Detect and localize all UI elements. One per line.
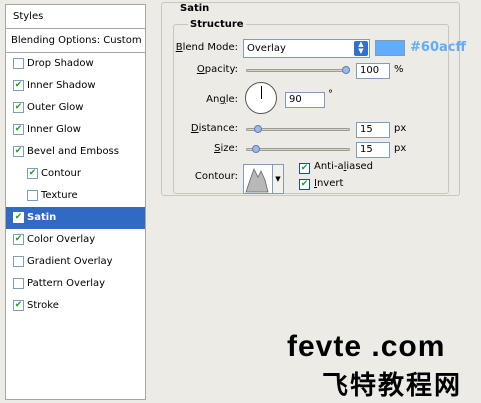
- style-item-label: Gradient Overlay: [27, 256, 113, 267]
- style-checkbox[interactable]: [13, 256, 24, 267]
- angle-dial-hand: [261, 86, 262, 99]
- anti-aliased-label: Anti-aliased: [314, 161, 374, 172]
- style-checkbox[interactable]: [13, 278, 24, 289]
- opacity-label: Opacity:: [196, 64, 238, 75]
- style-item-label: Bevel and Emboss: [27, 146, 119, 157]
- style-item-label: Inner Shadow: [27, 80, 96, 91]
- watermark-url: fevte .com: [287, 330, 446, 363]
- style-checkbox[interactable]: ✔: [13, 212, 24, 223]
- updown-arrows-icon: ▲ ▼: [354, 41, 368, 56]
- chevron-down-icon[interactable]: ▼: [272, 165, 283, 193]
- angle-input[interactable]: 90: [285, 92, 325, 108]
- style-item-pattern-overlay[interactable]: Pattern Overlay: [6, 273, 145, 295]
- distance-slider-knob[interactable]: [253, 125, 262, 133]
- style-item-gradient-overlay[interactable]: Gradient Overlay: [6, 251, 145, 273]
- blend-color-hex: #60acff: [410, 40, 466, 55]
- invert-label: Invert: [314, 178, 344, 189]
- style-item-contour[interactable]: ✔ Contour: [6, 163, 145, 185]
- distance-label: Distance:: [190, 123, 238, 134]
- style-checkbox[interactable]: ✔: [13, 80, 24, 91]
- styles-panel: Styles Blending Options: Custom Drop Sha…: [5, 4, 146, 400]
- style-list: Drop Shadow ✔ Inner Shadow ✔ Outer Glow ✔ Inne…: [6, 53, 145, 317]
- style-item-drop-shadow[interactable]: Drop Shadow: [6, 53, 145, 75]
- size-input[interactable]: 15: [356, 142, 390, 158]
- style-item-label: Drop Shadow: [27, 58, 94, 69]
- style-item-label: Color Overlay: [27, 234, 96, 245]
- contour-curve-icon: [245, 167, 269, 193]
- size-slider[interactable]: [246, 148, 350, 151]
- anti-aliased-checkbox[interactable]: ✔: [299, 163, 310, 174]
- distance-unit: px: [394, 123, 407, 134]
- style-item-label: Inner Glow: [27, 124, 81, 135]
- style-item-satin[interactable]: ✔ Satin: [6, 207, 145, 229]
- size-unit: px: [394, 143, 407, 154]
- style-checkbox[interactable]: [13, 58, 24, 69]
- style-item-label: Satin: [27, 212, 57, 223]
- style-checkbox[interactable]: ✔: [13, 234, 24, 245]
- structure-title: Structure: [188, 19, 246, 30]
- style-item-outer-glow[interactable]: ✔ Outer Glow: [6, 97, 145, 119]
- style-checkbox[interactable]: ✔: [13, 124, 24, 135]
- blend-mode-label: Blend Mode:: [175, 42, 238, 53]
- watermark-site-name: 飞特教程网: [322, 371, 463, 401]
- invert-checkbox[interactable]: ✔: [299, 179, 310, 190]
- opacity-slider[interactable]: [246, 69, 350, 72]
- distance-input[interactable]: 15: [356, 122, 390, 138]
- style-item-label: Texture: [41, 190, 78, 201]
- style-item-label: Contour: [41, 168, 81, 179]
- satin-title: Satin: [178, 3, 212, 14]
- opacity-unit: %: [394, 64, 404, 75]
- blend-color-swatch[interactable]: [375, 40, 405, 56]
- opacity-input[interactable]: 100: [356, 63, 390, 79]
- size-slider-knob[interactable]: [251, 145, 260, 153]
- style-item-label: Stroke: [27, 300, 59, 311]
- contour-picker[interactable]: ▼: [243, 164, 284, 194]
- opacity-slider-knob[interactable]: [342, 66, 350, 74]
- styles-header[interactable]: Styles: [6, 5, 145, 29]
- style-checkbox[interactable]: ✔: [13, 102, 24, 113]
- style-checkbox[interactable]: [27, 190, 38, 201]
- style-item-inner-glow[interactable]: ✔ Inner Glow: [6, 119, 145, 141]
- style-item-stroke[interactable]: ✔ Stroke: [6, 295, 145, 317]
- angle-unit: °: [328, 89, 333, 100]
- style-item-label: Pattern Overlay: [27, 278, 106, 289]
- blend-mode-select[interactable]: Overlay ▲ ▼: [243, 39, 370, 58]
- style-checkbox[interactable]: ✔: [13, 146, 24, 157]
- blending-options-header[interactable]: Blending Options: Custom: [6, 29, 145, 53]
- style-checkbox[interactable]: ✔: [13, 300, 24, 311]
- blend-mode-value: Overlay: [247, 43, 286, 54]
- style-checkbox[interactable]: ✔: [27, 168, 38, 179]
- angle-dial[interactable]: [245, 82, 277, 114]
- style-item-inner-shadow[interactable]: ✔ Inner Shadow: [6, 75, 145, 97]
- style-item-color-overlay[interactable]: ✔ Color Overlay: [6, 229, 145, 251]
- angle-label: Angle:: [206, 94, 238, 105]
- size-label: Size:: [214, 143, 238, 154]
- contour-label: Contour:: [194, 171, 238, 182]
- style-item-texture[interactable]: Texture: [6, 185, 145, 207]
- style-item-label: Outer Glow: [27, 102, 84, 113]
- style-item-bevel-and-emboss[interactable]: ✔ Bevel and Emboss: [6, 141, 145, 163]
